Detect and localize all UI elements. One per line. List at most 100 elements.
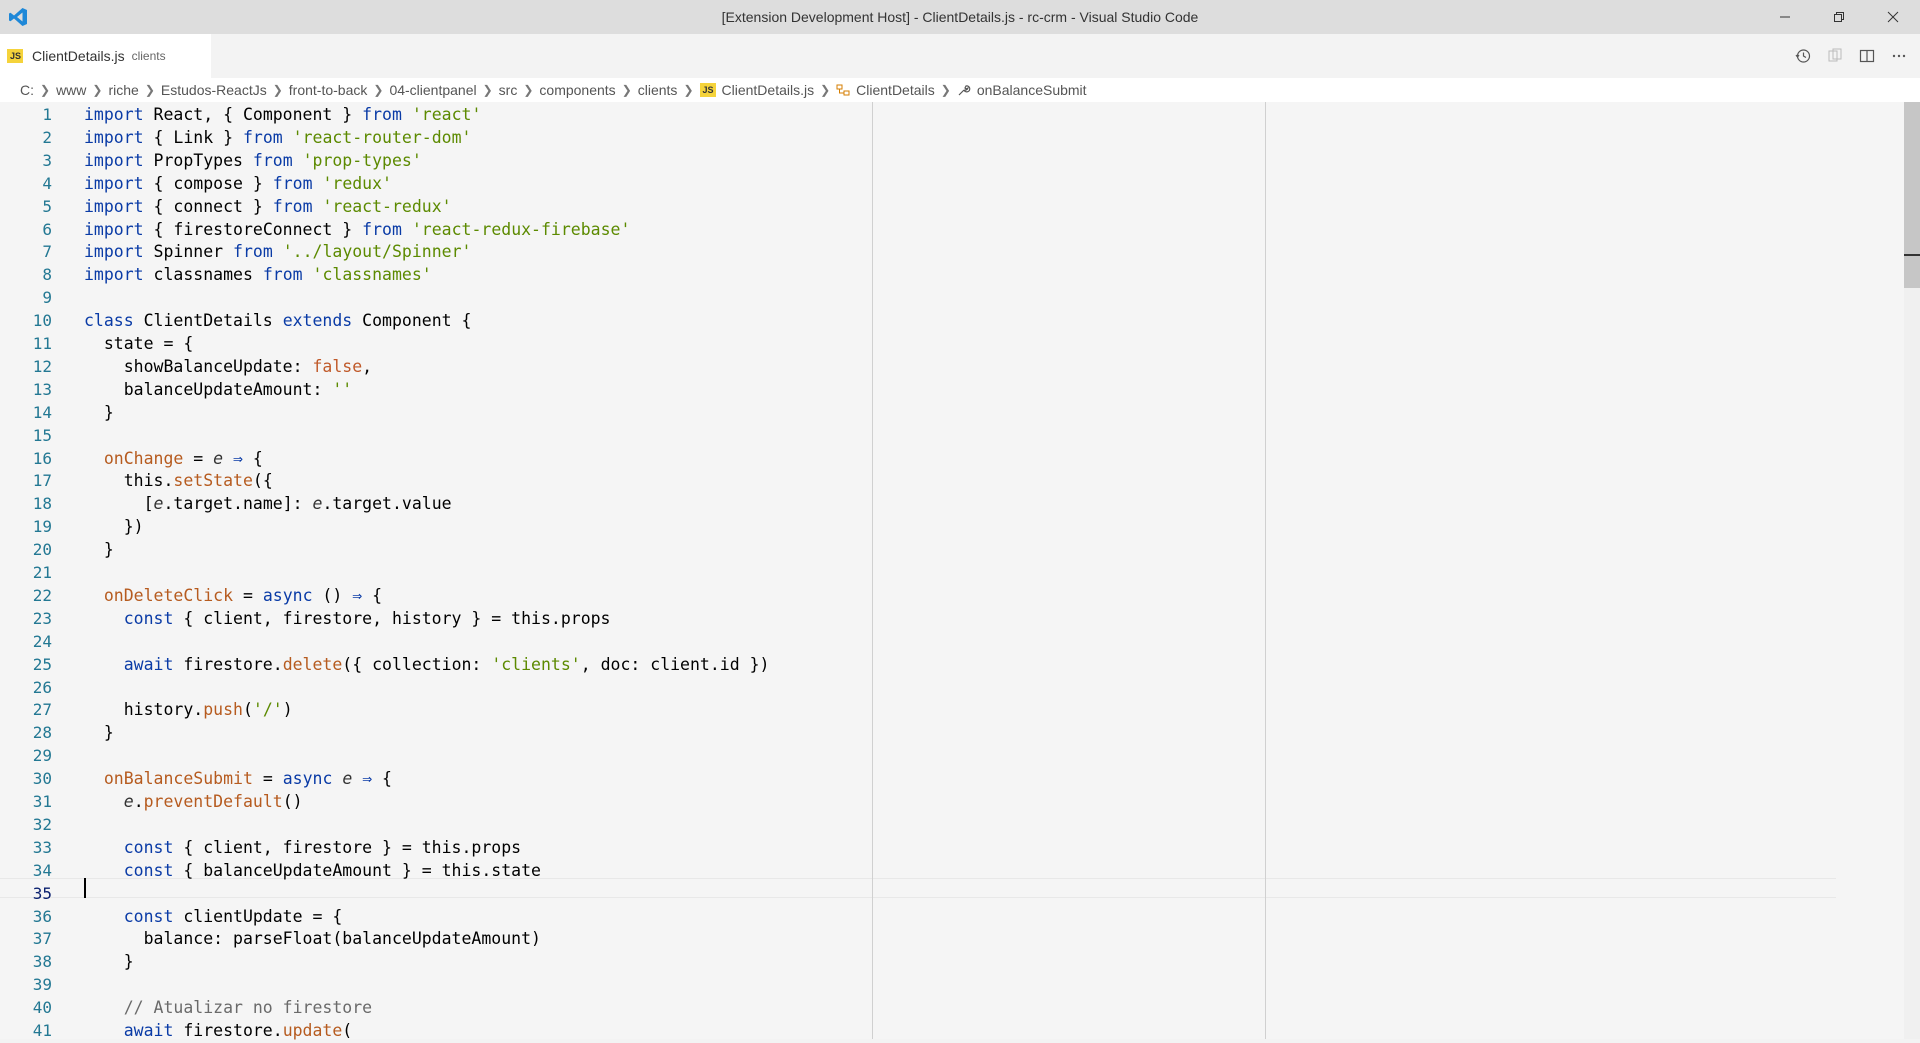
line-number: 38 bbox=[32, 952, 52, 972]
code-line[interactable]: onChange = e ⇒ { bbox=[84, 448, 263, 471]
breadcrumb-item[interactable]: clients bbox=[638, 82, 678, 98]
line-number: 37 bbox=[32, 929, 52, 949]
line-number: 12 bbox=[32, 356, 52, 376]
line-number: 2 bbox=[42, 127, 52, 147]
breadcrumb-item[interactable]: front-to-back bbox=[289, 82, 368, 98]
code-token: ⇒ bbox=[362, 769, 373, 789]
code-line[interactable]: }) bbox=[84, 516, 144, 539]
code-token: import bbox=[84, 265, 144, 285]
chevron-right-icon: ❯ bbox=[92, 83, 103, 97]
code-token: e bbox=[153, 494, 164, 514]
breadcrumb-item[interactable]: 04-clientpanel bbox=[389, 82, 476, 98]
code-line[interactable]: e.preventDefault() bbox=[84, 791, 303, 814]
code-line[interactable]: showBalanceUpdate: false, bbox=[84, 356, 372, 379]
code-token: balanceUpdateAmount: bbox=[84, 379, 333, 399]
code-token: update bbox=[282, 1021, 343, 1040]
breadcrumb-item[interactable]: components bbox=[539, 82, 615, 98]
breadcrumb-file[interactable]: ClientDetails.js bbox=[722, 82, 815, 98]
close-button[interactable] bbox=[1866, 0, 1920, 34]
line-number: 14 bbox=[32, 402, 52, 422]
breadcrumb-symbol-method[interactable]: onBalanceSubmit bbox=[977, 82, 1087, 98]
code-token: 'prop-types' bbox=[292, 150, 422, 170]
code-line[interactable]: const { client, firestore } = this.props bbox=[84, 837, 521, 860]
code-line[interactable]: this.setState({ bbox=[84, 470, 273, 493]
code-token: 'redux' bbox=[312, 173, 392, 193]
code-line[interactable]: import { Link } from 'react-router-dom' bbox=[84, 127, 471, 150]
code-line[interactable]: } bbox=[84, 722, 114, 745]
split-editor-icon[interactable] bbox=[1858, 47, 1876, 65]
code-area[interactable]: import React, { Component } from 'react'… bbox=[84, 102, 1920, 1040]
code-token: state = { bbox=[84, 334, 194, 353]
code-token: () bbox=[312, 585, 353, 605]
breadcrumb-item[interactable]: src bbox=[499, 82, 518, 98]
code-line[interactable]: import { compose } from 'redux' bbox=[84, 173, 392, 196]
line-number: 33 bbox=[32, 837, 52, 857]
code-line[interactable]: state = { bbox=[84, 333, 193, 356]
code-token: = bbox=[233, 585, 263, 605]
code-line[interactable]: const { balanceUpdateAmount } = this.sta… bbox=[84, 860, 541, 883]
code-line[interactable]: import PropTypes from 'prop-types' bbox=[84, 150, 422, 173]
tab-client-details[interactable]: JS ClientDetails.js clients bbox=[0, 34, 211, 78]
code-line[interactable]: const clientUpdate = { bbox=[84, 906, 343, 929]
code-line[interactable]: // Atualizar no firestore bbox=[84, 997, 372, 1020]
code-token: { compose } bbox=[153, 173, 273, 193]
code-line[interactable]: await firestore.update( bbox=[84, 1020, 353, 1043]
code-line[interactable]: balance: parseFloat(balanceUpdateAmount) bbox=[84, 928, 541, 951]
tab-filename: ClientDetails.js bbox=[32, 48, 125, 64]
cursor-position-marker bbox=[1904, 254, 1920, 256]
line-number: 6 bbox=[42, 219, 52, 239]
code-token: from bbox=[362, 105, 402, 124]
line-number: 17 bbox=[32, 471, 52, 491]
code-line[interactable]: import React, { Component } from 'react' bbox=[84, 104, 481, 127]
vscode-logo-icon[interactable] bbox=[0, 0, 36, 34]
breadcrumb-item[interactable]: www bbox=[56, 82, 86, 98]
breadcrumb-item[interactable]: riche bbox=[108, 82, 138, 98]
code-token: from bbox=[272, 173, 313, 193]
vertical-scrollbar[interactable] bbox=[1904, 102, 1920, 1039]
code-line[interactable]: } bbox=[84, 402, 114, 425]
code-line[interactable]: balanceUpdateAmount: '' bbox=[84, 379, 353, 402]
breadcrumb-symbol-class[interactable]: ClientDetails bbox=[856, 82, 935, 98]
code-line[interactable]: onDeleteClick = async () ⇒ { bbox=[84, 585, 382, 608]
code-line[interactable]: import { firestoreConnect } from 'react-… bbox=[84, 219, 630, 242]
line-number: 18 bbox=[32, 494, 52, 514]
timeline-icon[interactable] bbox=[1794, 47, 1812, 65]
code-line[interactable]: } bbox=[84, 951, 134, 974]
code-token: const bbox=[84, 906, 174, 926]
line-number: 27 bbox=[32, 700, 52, 720]
code-token: ⇒ bbox=[352, 585, 363, 605]
code-line[interactable]: onBalanceSubmit = async e ⇒ { bbox=[84, 768, 392, 791]
code-line[interactable]: history.push('/') bbox=[84, 699, 293, 722]
code-line[interactable]: import { connect } from 'react-redux' bbox=[84, 196, 452, 219]
code-token: async bbox=[282, 769, 333, 789]
chevron-right-icon: ❯ bbox=[820, 83, 831, 97]
code-token: '' bbox=[332, 379, 353, 399]
code-line[interactable]: const { client, firestore, history } = t… bbox=[84, 608, 611, 631]
code-token: }) bbox=[84, 517, 144, 537]
code-line[interactable]: import Spinner from '../layout/Spinner' bbox=[84, 241, 471, 264]
code-line[interactable]: class ClientDetails extends Component { bbox=[84, 310, 471, 333]
chevron-right-icon: ❯ bbox=[940, 83, 951, 97]
code-line[interactable]: } bbox=[84, 539, 114, 562]
line-number: 9 bbox=[42, 288, 52, 308]
chevron-right-icon: ❯ bbox=[621, 83, 632, 97]
breadcrumb-item[interactable]: Estudos-ReactJs bbox=[161, 82, 267, 98]
code-token: false bbox=[312, 356, 363, 376]
line-number: 34 bbox=[32, 860, 52, 880]
code-token: () bbox=[282, 792, 303, 811]
code-editor[interactable]: 1 2 3 4 5 6 7 8 9 10 11 12 13 14 15 16 17 18 19 20 21 22 23 24 2… bbox=[0, 102, 1920, 1040]
more-actions-icon[interactable] bbox=[1890, 47, 1908, 65]
scrollbar-thumb[interactable] bbox=[1904, 102, 1920, 288]
restore-button[interactable] bbox=[1812, 0, 1866, 34]
code-token: { firestoreConnect } bbox=[153, 219, 363, 239]
code-token: async bbox=[262, 585, 313, 605]
code-token: { bbox=[362, 585, 383, 605]
line-number: 36 bbox=[32, 906, 52, 926]
code-line[interactable]: await firestore.delete({ collection: 'cl… bbox=[84, 654, 770, 677]
code-line[interactable]: [e.target.name]: e.target.value bbox=[84, 493, 452, 516]
compare-icon[interactable] bbox=[1826, 47, 1844, 65]
code-line[interactable]: import classnames from 'classnames' bbox=[84, 264, 432, 287]
minimize-button[interactable] bbox=[1758, 0, 1812, 34]
breadcrumb-item[interactable]: C: bbox=[20, 82, 34, 98]
